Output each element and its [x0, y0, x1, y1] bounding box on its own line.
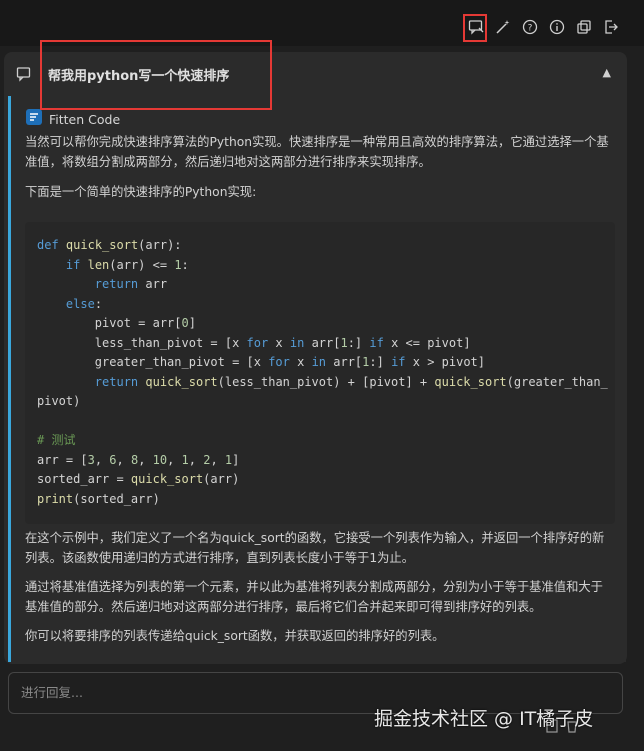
explanation-paragraph-2: 通过将基准值选择为列表的第一个元素，并以此为基准将列表分割成两部分，分别为小于等… — [25, 580, 603, 614]
conversation-panel: 帮我用python写一个快速排序 ▲ Fitten Code 当然可以帮你完成快… — [4, 40, 627, 664]
code-line: else: — [65, 296, 103, 311]
code-line: # 测试 — [37, 433, 76, 447]
code-line: return quick_sort(less_than_pivot) + [pi… — [37, 374, 608, 409]
watermark-text: 掘金技术社区 @ IT橘子皮 — [374, 708, 594, 730]
code-line: return arr — [94, 277, 168, 291]
chat-icon-highlight — [463, 14, 487, 42]
explanation-paragraph-1: 在这个示例中，我们定义了一个名为quick_sort的函数，它接受一个列表作为输… — [25, 531, 605, 565]
code-line: arr = [3, 6, 8, 10, 1, 2, 1] — [37, 452, 240, 467]
exit-icon[interactable] — [602, 18, 620, 36]
message-author: Fitten Code — [25, 108, 120, 130]
code-content: def quick_sort(arr): if len(arr) <= 1: r… — [37, 236, 609, 509]
chat-bubble-icon — [16, 66, 32, 86]
svg-text:?: ? — [528, 24, 533, 34]
code-line: pivot = arr[0] — [37, 316, 196, 330]
collapse-caret-icon[interactable]: ▲ — [603, 66, 611, 79]
code-line: less_than_pivot = [x for x in arr[1:] if… — [37, 335, 471, 350]
code-block: def quick_sort(arr): if len(arr) <= 1: r… — [25, 222, 615, 524]
info-icon[interactable] — [548, 18, 566, 36]
reply-input[interactable] — [19, 684, 583, 701]
code-line: def quick_sort(arr): — [37, 238, 182, 252]
copy-icon[interactable] — [575, 18, 593, 36]
magic-wand-icon[interactable] — [494, 18, 512, 36]
code-line: sorted_arr = quick_sort(arr) — [37, 472, 240, 486]
code-line: print(sorted_arr) — [37, 491, 160, 506]
fitten-logo-icon — [25, 108, 43, 130]
assistant-message: Fitten Code 当然可以帮你完成快速排序算法的Python实现。快速排序… — [8, 96, 626, 662]
code-line: greater_than_pivot = [x for x in arr[1:]… — [37, 355, 485, 369]
code-line: if len(arr) <= 1: — [65, 257, 189, 272]
help-icon[interactable]: ? — [521, 18, 539, 36]
title-highlight-box — [40, 40, 272, 110]
author-name: Fitten Code — [49, 111, 121, 127]
lead-paragraph: 下面是一个简单的快速排序的Python实现: — [25, 185, 257, 199]
explanation-paragraph-3: 你可以将要排序的列表传递给quick_sort函数，并获取返回的排序好的列表。 — [25, 629, 445, 643]
intro-paragraph: 当然可以帮你完成快速排序算法的Python实现。快速排序是一种常用且高效的排序算… — [25, 135, 609, 169]
